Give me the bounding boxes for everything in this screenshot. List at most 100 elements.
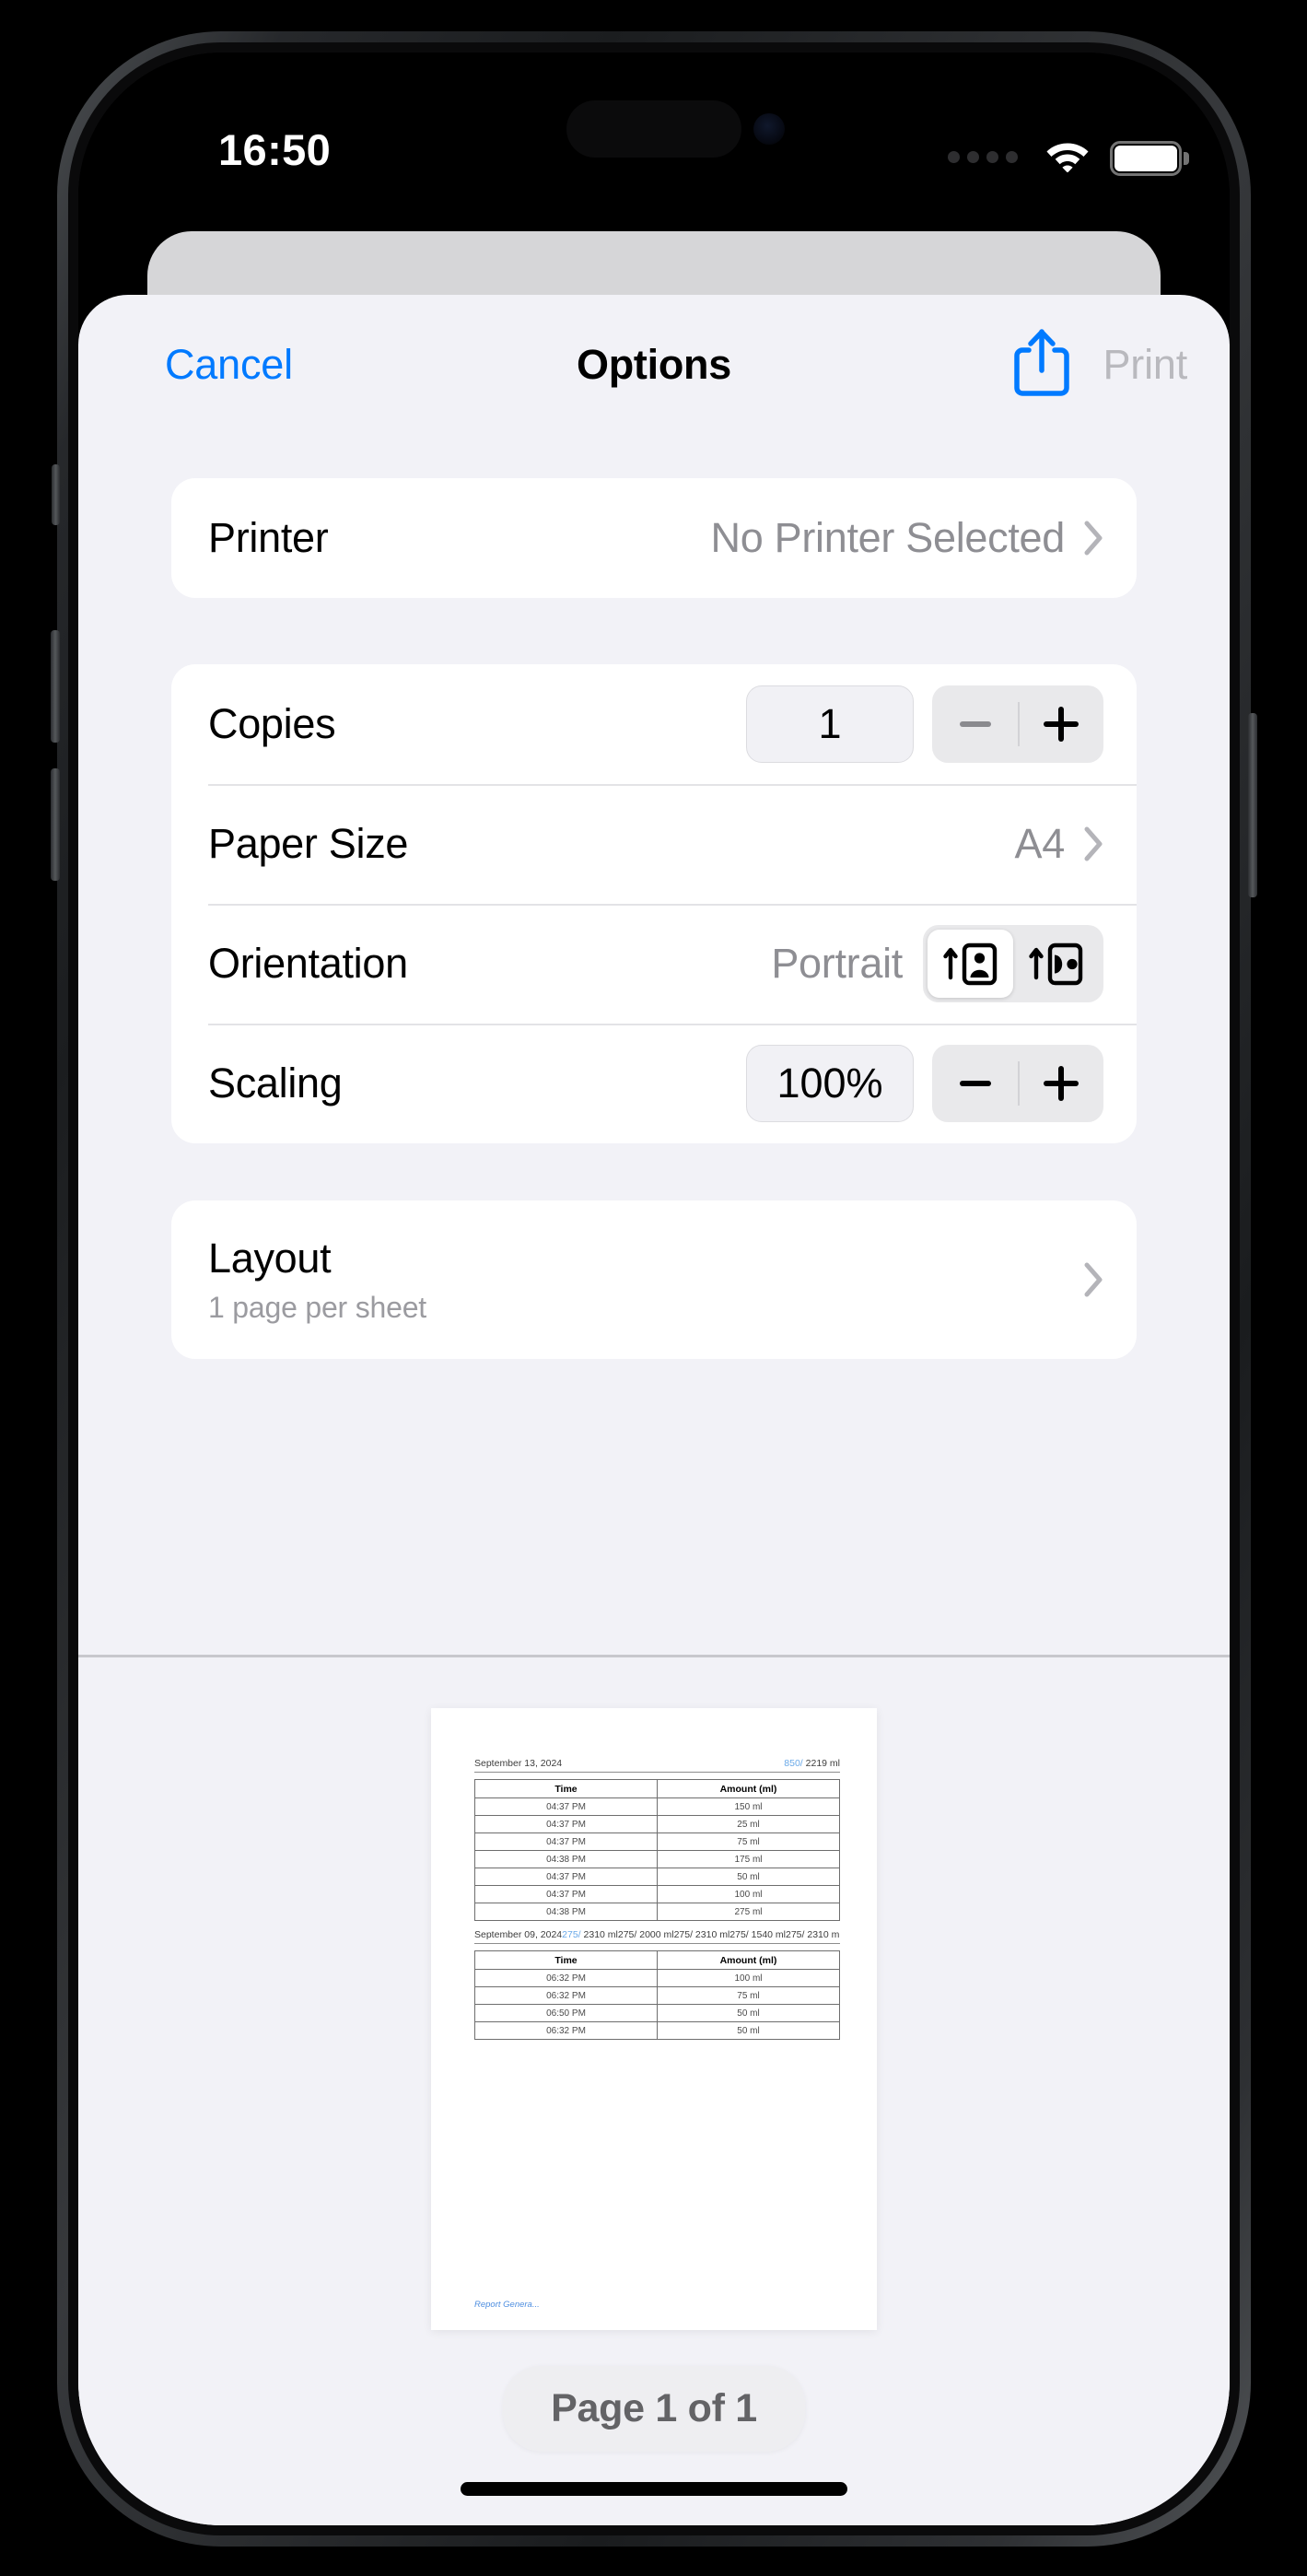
- table-row: 04:38 PM 275 ml: [474, 1903, 840, 1921]
- paper-size-row[interactable]: Paper Size A4: [171, 784, 1137, 904]
- copies-row: Copies 1: [171, 664, 1137, 784]
- home-indicator[interactable]: [461, 2482, 847, 2496]
- table-row: 06:50 PM 50 ml: [474, 2004, 840, 2022]
- copies-value[interactable]: 1: [746, 685, 914, 763]
- page-indicator: Page 1 of 1: [503, 2366, 805, 2452]
- status-bar: 16:50: [78, 53, 1230, 228]
- column-header-amount: Amount (ml): [657, 1779, 840, 1798]
- cellular-dots-icon: [948, 151, 1018, 163]
- cell-amount: 25 ml: [657, 1815, 840, 1833]
- document-content: September 13, 2024 850/ 2219 ml Time Amo…: [474, 1758, 840, 2040]
- table-header-row: Time Amount (ml): [474, 1779, 840, 1798]
- orientation-value: Portrait: [771, 940, 903, 987]
- print-options-sheet: Cancel Options Print Printer No Printer …: [78, 295, 1230, 2525]
- copies-decrement-button[interactable]: [932, 685, 1018, 763]
- sheet-header: Cancel Options Print: [78, 295, 1230, 424]
- orientation-segmented-control: [923, 925, 1103, 1002]
- cell-time: 04:38 PM: [474, 1903, 658, 1921]
- copies-stepper: [932, 685, 1103, 763]
- scaling-row: Scaling 100%: [171, 1024, 1137, 1143]
- table-row: 04:37 PM 50 ml: [474, 1868, 840, 1886]
- chevron-right-icon: [1083, 521, 1103, 556]
- cell-time: 06:32 PM: [474, 1986, 658, 2005]
- layout-subtitle: 1 page per sheet: [208, 1291, 426, 1324]
- cell-time: 04:37 PM: [474, 1868, 658, 1886]
- document-total-overflow: 275/ 2000 ml275/ 2310 ml275/ 1540 ml275/…: [617, 1929, 840, 1940]
- orientation-landscape-icon: [1028, 943, 1082, 986]
- scaling-decrement-button[interactable]: [932, 1045, 1018, 1122]
- plus-icon: [1043, 707, 1079, 742]
- document-total: 275/ 2310 ml: [562, 1929, 618, 1940]
- table-row: 06:32 PM 50 ml: [474, 2021, 840, 2040]
- table-row: 04:37 PM 75 ml: [474, 1832, 840, 1851]
- minus-icon: [959, 1081, 991, 1086]
- scaling-label: Scaling: [208, 1060, 343, 1107]
- front-camera-icon: [753, 113, 785, 145]
- orientation-portrait-icon: [942, 943, 997, 986]
- cell-amount: 100 ml: [657, 1885, 840, 1903]
- orientation-row: Orientation Portrait: [171, 904, 1137, 1024]
- volume-down-button[interactable]: [51, 768, 60, 881]
- chevron-right-icon: [1083, 826, 1103, 861]
- document-dateline: September 13, 2024 850/ 2219 ml: [474, 1758, 840, 1773]
- cell-amount: 275 ml: [657, 1903, 840, 1921]
- printer-label: Printer: [208, 514, 329, 561]
- volume-up-button[interactable]: [51, 630, 60, 743]
- document-page-preview[interactable]: September 13, 2024 850/ 2219 ml Time Amo…: [431, 1708, 877, 2330]
- document-dateline: September 09, 2024 275/ 2310 ml 275/ 200…: [474, 1929, 840, 1944]
- power-button[interactable]: [1248, 713, 1257, 897]
- layout-card: Layout 1 page per sheet: [171, 1200, 1137, 1359]
- battery-full-icon: [1110, 141, 1189, 176]
- cell-time: 04:37 PM: [474, 1797, 658, 1816]
- printer-row[interactable]: Printer No Printer Selected: [171, 478, 1137, 598]
- cell-amount: 50 ml: [657, 2021, 840, 2040]
- share-icon[interactable]: [1013, 328, 1070, 398]
- column-header-amount: Amount (ml): [657, 1950, 840, 1970]
- cell-time: 06:32 PM: [474, 2021, 658, 2040]
- plus-icon: [1043, 1066, 1079, 1101]
- table-row: 04:37 PM 25 ml: [474, 1815, 840, 1833]
- cell-amount: 50 ml: [657, 2004, 840, 2022]
- cell-amount: 100 ml: [657, 1969, 840, 1987]
- settings-card: Copies 1 Paper Size A4 Orientation Portr…: [171, 664, 1137, 1143]
- cell-amount: 175 ml: [657, 1850, 840, 1868]
- document-preview-area: September 13, 2024 850/ 2219 ml Time Amo…: [78, 1657, 1230, 2525]
- phone-bezel: 16:50 Cancel Options Print Printer No Pr…: [68, 42, 1240, 2535]
- minus-icon: [959, 721, 991, 727]
- cell-time: 04:37 PM: [474, 1832, 658, 1851]
- print-button[interactable]: Print: [1103, 341, 1187, 389]
- scaling-stepper: [932, 1045, 1103, 1122]
- document-total: 850/ 2219 ml: [784, 1758, 840, 1769]
- phone-frame: 16:50 Cancel Options Print Printer No Pr…: [51, 31, 1257, 2547]
- document-date: September 09, 2024: [474, 1929, 563, 1940]
- cell-amount: 150 ml: [657, 1797, 840, 1816]
- scaling-increment-button[interactable]: [1018, 1045, 1103, 1122]
- cell-time: 06:32 PM: [474, 1969, 658, 1987]
- dynamic-island: [566, 100, 741, 158]
- silent-switch[interactable]: [52, 464, 60, 525]
- scaling-value[interactable]: 100%: [746, 1045, 914, 1122]
- paper-size-label: Paper Size: [208, 820, 409, 867]
- table-row: 06:32 PM 100 ml: [474, 1969, 840, 1987]
- status-bar-time: 16:50: [218, 125, 332, 174]
- column-header-time: Time: [474, 1779, 658, 1798]
- document-table: Time Amount (ml) 06:32 PM 100 ml 06:32 PM…: [474, 1950, 840, 2040]
- printer-value: No Printer Selected: [710, 514, 1066, 561]
- cell-time: 04:38 PM: [474, 1850, 658, 1868]
- document-table: Time Amount (ml) 04:37 PM 150 ml 04:37 PM…: [474, 1779, 840, 1921]
- paper-size-value: A4: [1014, 820, 1066, 867]
- table-row: 04:37 PM 100 ml: [474, 1885, 840, 1903]
- orientation-portrait-button[interactable]: [928, 930, 1013, 998]
- orientation-landscape-button[interactable]: [1013, 930, 1099, 998]
- table-row: 04:38 PM 175 ml: [474, 1850, 840, 1868]
- chevron-right-icon: [1083, 1262, 1103, 1297]
- layout-row[interactable]: Layout 1 page per sheet: [171, 1200, 1137, 1359]
- layout-title: Layout: [208, 1235, 332, 1282]
- cell-amount: 50 ml: [657, 1868, 840, 1886]
- table-row: 04:37 PM 150 ml: [474, 1797, 840, 1816]
- document-footer: Report Genera...: [474, 2300, 540, 2310]
- copies-increment-button[interactable]: [1018, 685, 1103, 763]
- column-header-time: Time: [474, 1950, 658, 1970]
- printer-card: Printer No Printer Selected: [171, 478, 1137, 598]
- orientation-label: Orientation: [208, 940, 408, 987]
